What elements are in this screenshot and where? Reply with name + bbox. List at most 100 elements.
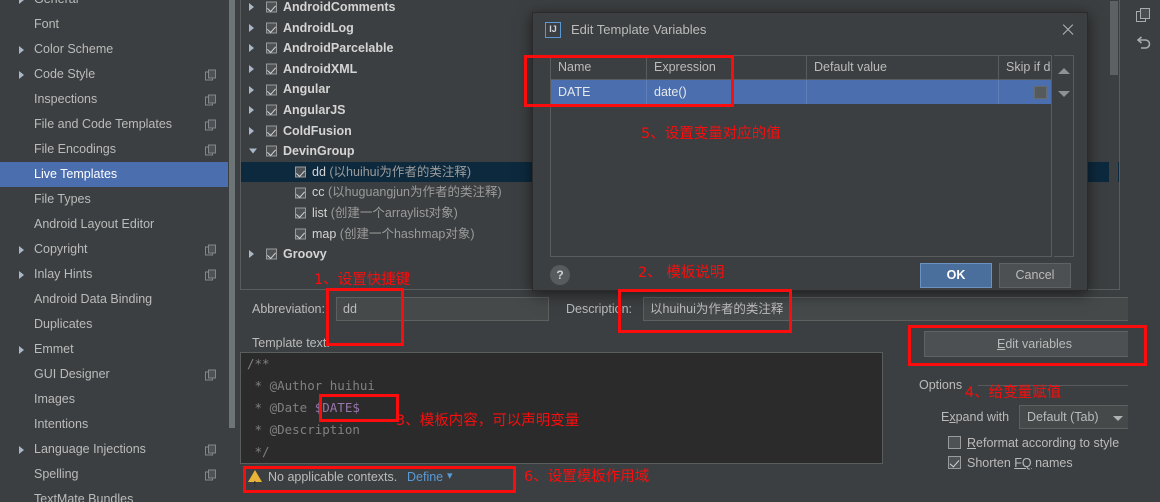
table-column-header[interactable]: Skip if defi... <box>999 56 1051 79</box>
chevron-down-icon[interactable]: ▾ <box>447 463 453 489</box>
chevron-right-icon[interactable] <box>19 270 24 279</box>
chevron-down-icon[interactable] <box>249 148 257 154</box>
chevron-right-icon[interactable] <box>249 23 254 32</box>
cell-skip-if-defined[interactable] <box>999 80 1051 104</box>
chevron-right-icon[interactable] <box>249 250 254 259</box>
tree-row-checkbox[interactable] <box>295 207 306 219</box>
cell-name[interactable]: DATE <box>551 80 647 104</box>
table-column-header[interactable]: Expression <box>647 56 807 79</box>
tree-row-checkbox[interactable] <box>266 84 277 96</box>
reformat-checkbox[interactable] <box>948 436 961 449</box>
sidebar-item-inspections[interactable]: Inspections <box>0 87 228 112</box>
table-column-header[interactable]: Default value <box>807 56 999 79</box>
code-line[interactable]: * @Author huihui <box>241 375 882 397</box>
tree-row-checkbox[interactable] <box>295 187 306 199</box>
define-link[interactable]: Define <box>407 464 443 490</box>
copy-icon[interactable] <box>205 244 216 255</box>
sidebar-item-general[interactable]: General <box>0 0 228 12</box>
tree-row-checkbox[interactable] <box>266 42 277 54</box>
code-line-text: /** <box>247 356 270 371</box>
tree-scrollbar[interactable] <box>1109 1 1118 289</box>
sidebar-item-android-layout-editor[interactable]: Android Layout Editor <box>0 212 228 237</box>
tree-row-description: (创建一个hashmap对象) <box>336 226 475 241</box>
shorten-fq-checkbox-label[interactable]: Shorten FQ names <box>967 456 1073 470</box>
sidebar-scrollbar[interactable] <box>228 0 235 502</box>
copy-icon[interactable] <box>205 119 216 130</box>
reformat-checkbox-label[interactable]: Reformat according to style <box>967 436 1119 450</box>
sidebar-item-spelling[interactable]: Spelling <box>0 462 228 487</box>
move-up-icon[interactable] <box>1058 68 1070 74</box>
sidebar-item-inlay-hints[interactable]: Inlay Hints <box>0 262 228 287</box>
chevron-right-icon[interactable] <box>19 445 24 454</box>
settings-sidebar[interactable]: General Font Color Scheme Code Style Inspect… <box>0 0 228 502</box>
sidebar-item-emmet[interactable]: Emmet <box>0 337 228 362</box>
sidebar-item-duplicates[interactable]: Duplicates <box>0 312 228 337</box>
sidebar-item-gui-designer[interactable]: GUI Designer <box>0 362 228 387</box>
description-input[interactable]: 以huihui为作者的类注释 <box>643 297 1143 321</box>
sidebar-item-textmate-bundles[interactable]: TextMate Bundles <box>0 487 228 502</box>
variables-table[interactable]: NameExpressionDefault valueSkip if defi.… <box>550 55 1052 257</box>
tree-scrollbar-thumb[interactable] <box>1110 1 1118 75</box>
table-reorder-buttons[interactable] <box>1054 55 1074 257</box>
ok-button[interactable]: OK <box>920 263 992 288</box>
code-line[interactable]: /** <box>241 353 882 375</box>
sidebar-item-file-encodings[interactable]: File Encodings <box>0 137 228 162</box>
chevron-right-icon[interactable] <box>249 44 254 53</box>
chevron-right-icon[interactable] <box>249 126 254 135</box>
expand-with-select[interactable]: Default (Tab) <box>1019 405 1132 429</box>
table-row[interactable]: DATE date() <box>551 80 1051 104</box>
chevron-right-icon[interactable] <box>19 45 24 54</box>
sidebar-item-android-data-binding[interactable]: Android Data Binding <box>0 287 228 312</box>
copy-icon[interactable] <box>205 469 216 480</box>
dialog-titlebar[interactable]: IJ Edit Template Variables <box>533 13 1087 47</box>
chevron-right-icon[interactable] <box>19 345 24 354</box>
tree-row-checkbox[interactable] <box>295 228 306 240</box>
sidebar-item-copyright[interactable]: Copyright <box>0 237 228 262</box>
tree-row-checkbox[interactable] <box>266 1 277 13</box>
help-button[interactable]: ? <box>550 265 570 285</box>
chevron-right-icon[interactable] <box>19 245 24 254</box>
move-down-icon[interactable] <box>1058 91 1070 97</box>
sidebar-item-language-injections[interactable]: Language Injections <box>0 437 228 462</box>
sidebar-item-color-scheme[interactable]: Color Scheme <box>0 37 228 62</box>
copy-icon[interactable] <box>205 144 216 155</box>
edit-variables-button[interactable]: Edit variables <box>924 331 1145 357</box>
close-icon[interactable] <box>1059 21 1077 39</box>
copy-icon[interactable] <box>205 369 216 380</box>
skip-if-defined-checkbox[interactable] <box>1034 86 1047 99</box>
copy-icon[interactable] <box>1136 8 1150 22</box>
chevron-right-icon[interactable] <box>249 65 254 74</box>
tree-row-checkbox[interactable] <box>266 22 277 34</box>
copy-icon[interactable] <box>205 69 216 80</box>
tree-row-checkbox[interactable] <box>266 63 277 75</box>
tree-row-checkbox[interactable] <box>266 104 277 116</box>
sidebar-item-file-and-code-templates[interactable]: File and Code Templates <box>0 112 228 137</box>
sidebar-item-images[interactable]: Images <box>0 387 228 412</box>
sidebar-item-code-style[interactable]: Code Style <box>0 62 228 87</box>
sidebar-item-font[interactable]: Font <box>0 12 228 37</box>
copy-icon[interactable] <box>205 444 216 455</box>
revert-icon[interactable] <box>1135 36 1152 51</box>
tree-row-checkbox[interactable] <box>266 145 277 157</box>
tree-row-checkbox[interactable] <box>266 248 277 260</box>
chevron-right-icon[interactable] <box>19 0 24 4</box>
cell-default-value[interactable] <box>807 80 999 104</box>
sidebar-item-file-types[interactable]: File Types <box>0 187 228 212</box>
code-line[interactable]: */ <box>241 441 882 463</box>
sidebar-item-intentions[interactable]: Intentions <box>0 412 228 437</box>
template-text-editor[interactable]: /** * @Author huihui * @Date $DATE$ * @D… <box>240 352 883 464</box>
copy-icon[interactable] <box>205 269 216 280</box>
cancel-button[interactable]: Cancel <box>999 263 1071 288</box>
table-column-header[interactable]: Name <box>551 56 647 79</box>
cell-expression[interactable]: date() <box>647 80 807 104</box>
chevron-right-icon[interactable] <box>249 85 254 94</box>
tree-row-checkbox[interactable] <box>295 166 306 178</box>
chevron-right-icon[interactable] <box>249 3 254 12</box>
chevron-right-icon[interactable] <box>249 106 254 115</box>
sidebar-item-live-templates[interactable]: Live Templates <box>0 162 228 187</box>
shorten-fq-checkbox[interactable] <box>948 456 961 469</box>
abbreviation-input[interactable]: dd <box>336 297 549 321</box>
tree-row-checkbox[interactable] <box>266 125 277 137</box>
chevron-right-icon[interactable] <box>19 70 24 79</box>
copy-icon[interactable] <box>205 94 216 105</box>
